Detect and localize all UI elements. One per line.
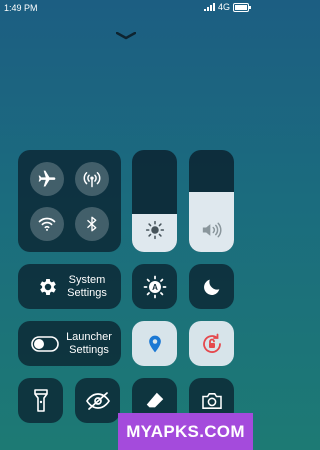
status-time: 1:49 PM — [4, 3, 38, 13]
system-settings-line1: System — [68, 274, 106, 286]
rotation-lock-icon — [202, 333, 221, 353]
camera-icon — [201, 392, 222, 409]
rotation-lock-button[interactable] — [189, 321, 234, 366]
eraser-icon — [146, 392, 163, 407]
launcher-settings-button[interactable]: Launcher Settings — [18, 321, 121, 366]
airplane-icon — [38, 170, 56, 187]
wifi-button[interactable] — [30, 207, 64, 241]
auto-brightness-letter: A — [152, 283, 158, 292]
connectivity-panel — [18, 150, 121, 252]
location-button[interactable] — [132, 321, 177, 366]
flashlight-button[interactable] — [18, 378, 63, 423]
auto-brightness-button[interactable]: A — [132, 264, 177, 309]
system-settings-button[interactable]: System Settings — [18, 264, 121, 309]
airplane-mode-button[interactable] — [30, 162, 64, 196]
launcher-settings-line1: Launcher — [66, 331, 112, 343]
eye-off-icon — [85, 391, 110, 410]
gear-icon — [40, 279, 56, 295]
launcher-settings-label: Launcher Settings — [62, 331, 116, 357]
location-pin-icon — [148, 335, 161, 352]
wifi-icon — [38, 217, 56, 231]
hotspot-button[interactable] — [75, 162, 109, 196]
eye-comfort-button[interactable] — [75, 378, 120, 423]
toggle-icon — [31, 336, 59, 352]
status-right: 4G — [203, 2, 251, 12]
bluetooth-icon — [87, 216, 97, 232]
battery-icon — [233, 2, 251, 12]
sun-icon — [145, 220, 164, 240]
bluetooth-button[interactable] — [75, 207, 109, 241]
auto-brightness-icon: A — [143, 275, 166, 298]
status-bar: 1:49 PM 4G — [0, 0, 253, 16]
system-settings-line2: Settings — [67, 287, 107, 299]
night-mode-button[interactable] — [189, 264, 234, 309]
hotspot-icon — [83, 172, 101, 188]
brightness-slider[interactable] — [132, 150, 177, 252]
network-type: 4G — [217, 2, 230, 12]
volume-slider[interactable] — [189, 150, 234, 252]
signal-icon — [203, 3, 215, 11]
speaker-icon — [202, 222, 222, 238]
moon-icon — [203, 279, 219, 295]
launcher-settings-line2: Settings — [69, 344, 109, 356]
flashlight-icon — [33, 388, 48, 412]
system-settings-label: System Settings — [66, 274, 108, 300]
chevron-down-icon[interactable] — [116, 32, 136, 40]
watermark: MYAPKS.COM — [118, 413, 253, 450]
